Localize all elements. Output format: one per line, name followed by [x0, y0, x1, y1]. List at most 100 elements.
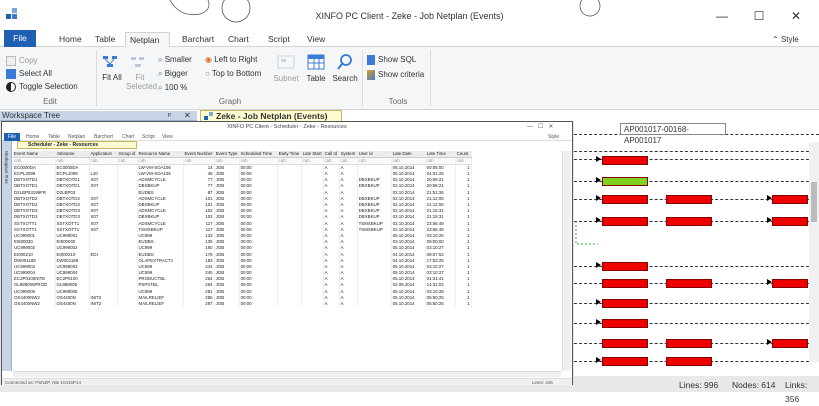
left-to-right-radio[interactable]: ◉ Left to Right: [205, 54, 257, 66]
resources-table[interactable]: Event Name Jobname Application Group id Reso…: [13, 151, 561, 371]
maximize-button[interactable]: ☐: [744, 6, 774, 26]
show-sql-button[interactable]: Show SQL: [367, 54, 416, 66]
embedded-workspace-tree[interactable]: Workspace Tree: [2, 141, 12, 371]
tab-view[interactable]: View: [303, 32, 329, 47]
pin-icon[interactable]: ᵖ: [168, 111, 171, 121]
subnet-button[interactable]: Subnet: [271, 53, 301, 85]
edit-group-label: Edit: [43, 97, 57, 106]
table-row[interactable]: OS4400NW2 OS4400N INIT2 MAILRELIEF 287 JOB 00:…: [13, 300, 472, 308]
filter-row[interactable]: cab cab cab cab cab cab cab cab cab cab cab cab cab c…: [13, 157, 472, 165]
lines-count: Lines: 996: [679, 380, 719, 390]
table-horizontal-scrollbar[interactable]: [13, 371, 561, 377]
graph-vertical-scrollbar[interactable]: [809, 142, 819, 362]
table-vertical-scrollbar[interactable]: [562, 151, 571, 371]
graph-node[interactable]: [602, 357, 648, 366]
toggle-selection-label: Toggle Selection: [19, 82, 78, 91]
tab-table[interactable]: Table: [91, 32, 119, 47]
zoom-100-button[interactable]: ⌕ 100 %: [158, 82, 187, 94]
graph-node[interactable]: [602, 299, 648, 308]
file-menu[interactable]: File: [4, 30, 36, 47]
column-header[interactable]: Scheduled Time: [239, 151, 278, 158]
embedded-tab-home[interactable]: Home: [26, 133, 39, 141]
graph-node[interactable]: [666, 357, 712, 366]
embedded-tab-script[interactable]: Script: [142, 133, 155, 141]
filter-cell[interactable]: cab: [214, 157, 240, 165]
node-tooltip: AP001017-00168-AP001017: [620, 123, 726, 145]
graph-node[interactable]: [602, 319, 648, 328]
embedded-window-controls[interactable]: — ☐ ✕: [527, 123, 553, 130]
filter-cell[interactable]: cab: [137, 157, 184, 165]
graph-node[interactable]: [666, 217, 712, 226]
graph-node[interactable]: [602, 279, 648, 288]
column-header[interactable]: System: [339, 151, 358, 158]
column-header[interactable]: Group id: [117, 151, 138, 158]
tab-chart[interactable]: Chart: [224, 32, 253, 47]
graph-node[interactable]: [602, 195, 648, 204]
column-header[interactable]: Early Time: [277, 151, 302, 158]
filter-cell[interactable]: cab: [55, 157, 90, 165]
embedded-tab-view[interactable]: View: [162, 133, 173, 141]
embedded-tab-netplan[interactable]: Netplan: [68, 133, 85, 141]
top-to-bottom-radio[interactable]: ○ Top to Bottom: [205, 68, 261, 80]
column-header[interactable]: Event Number: [183, 151, 215, 158]
embedded-tab-chart[interactable]: Chart: [122, 133, 134, 141]
netplan-graph[interactable]: [574, 121, 819, 376]
bigger-button[interactable]: ⌕ Bigger: [158, 68, 188, 80]
embedded-window[interactable]: XINFO PC Client - Scheduler - Zeke - Res…: [1, 121, 573, 385]
graph-node[interactable]: [602, 177, 648, 186]
filter-cell[interactable]: cab: [339, 157, 358, 165]
filter-cell[interactable]: cab: [13, 157, 56, 165]
copy-button[interactable]: Copy: [6, 55, 38, 67]
filter-cell[interactable]: cab: [89, 157, 118, 165]
filter-cell[interactable]: cab: [277, 157, 302, 165]
fit-all-button[interactable]: Fit All: [101, 53, 122, 85]
graph-node[interactable]: [666, 339, 712, 348]
filter-cell[interactable]: cab: [455, 157, 472, 165]
filter-cell[interactable]: cab: [357, 157, 392, 165]
select-all-button[interactable]: Select All: [6, 68, 52, 80]
close-button[interactable]: ✕: [781, 6, 811, 26]
minimize-button[interactable]: —: [707, 6, 737, 26]
filter-cell[interactable]: cab: [323, 157, 340, 165]
embedded-tab-resources[interactable]: Scheduler - Zeke - Resources: [17, 141, 137, 149]
embedded-window-title: XINFO PC Client - Scheduler - Zeke - Res…: [227, 124, 347, 130]
graph-node[interactable]: [602, 156, 648, 165]
table-button[interactable]: Table: [304, 53, 328, 85]
toggle-selection-button[interactable]: Toggle Selection: [6, 81, 78, 93]
embedded-style[interactable]: Style: [548, 133, 559, 141]
column-header[interactable]: Event Type: [214, 151, 240, 158]
tab-barchart[interactable]: Barchart: [178, 32, 218, 47]
search-button[interactable]: Search: [332, 53, 358, 85]
graph-node[interactable]: [666, 195, 712, 204]
search-icon: [337, 54, 352, 70]
graph-node[interactable]: [772, 195, 808, 204]
graph-node[interactable]: [772, 279, 808, 288]
graph-node[interactable]: [772, 339, 808, 348]
tab-netplan[interactable]: Netplan: [125, 32, 170, 48]
graph-node[interactable]: [666, 279, 712, 288]
style-menu[interactable]: ⌃ Style: [772, 35, 799, 44]
filter-cell[interactable]: cab: [301, 157, 324, 165]
embedded-file-menu[interactable]: File: [4, 133, 20, 141]
embedded-tab-barchart[interactable]: Barchart: [94, 133, 113, 141]
tab-home[interactable]: Home: [55, 32, 86, 47]
graph-node[interactable]: [772, 217, 808, 226]
column-header[interactable]: Late Start: [301, 151, 324, 158]
graph-node[interactable]: [602, 339, 648, 348]
fit-selected-button[interactable]: Fit Selected: [126, 53, 157, 91]
column-header[interactable]: Call Id: [323, 151, 340, 158]
tab-script[interactable]: Script: [264, 32, 294, 47]
graph-node[interactable]: [602, 262, 648, 271]
filter-cell[interactable]: cab: [239, 157, 278, 165]
smaller-button[interactable]: ⌕ Smaller: [158, 54, 192, 66]
zoom-out-icon: ⌕: [158, 55, 163, 64]
filter-cell[interactable]: cab: [117, 157, 138, 165]
table-cell: 05:50:25: [425, 300, 456, 308]
show-criteria-button[interactable]: Show criteria: [367, 69, 424, 81]
workspace-close-icon[interactable]: ✕: [184, 111, 191, 121]
embedded-tab-table[interactable]: Table: [48, 133, 60, 141]
filter-cell[interactable]: cab: [183, 157, 215, 165]
filter-cell[interactable]: cab: [425, 157, 456, 165]
graph-node[interactable]: [602, 217, 648, 226]
filter-cell[interactable]: cab: [391, 157, 426, 165]
